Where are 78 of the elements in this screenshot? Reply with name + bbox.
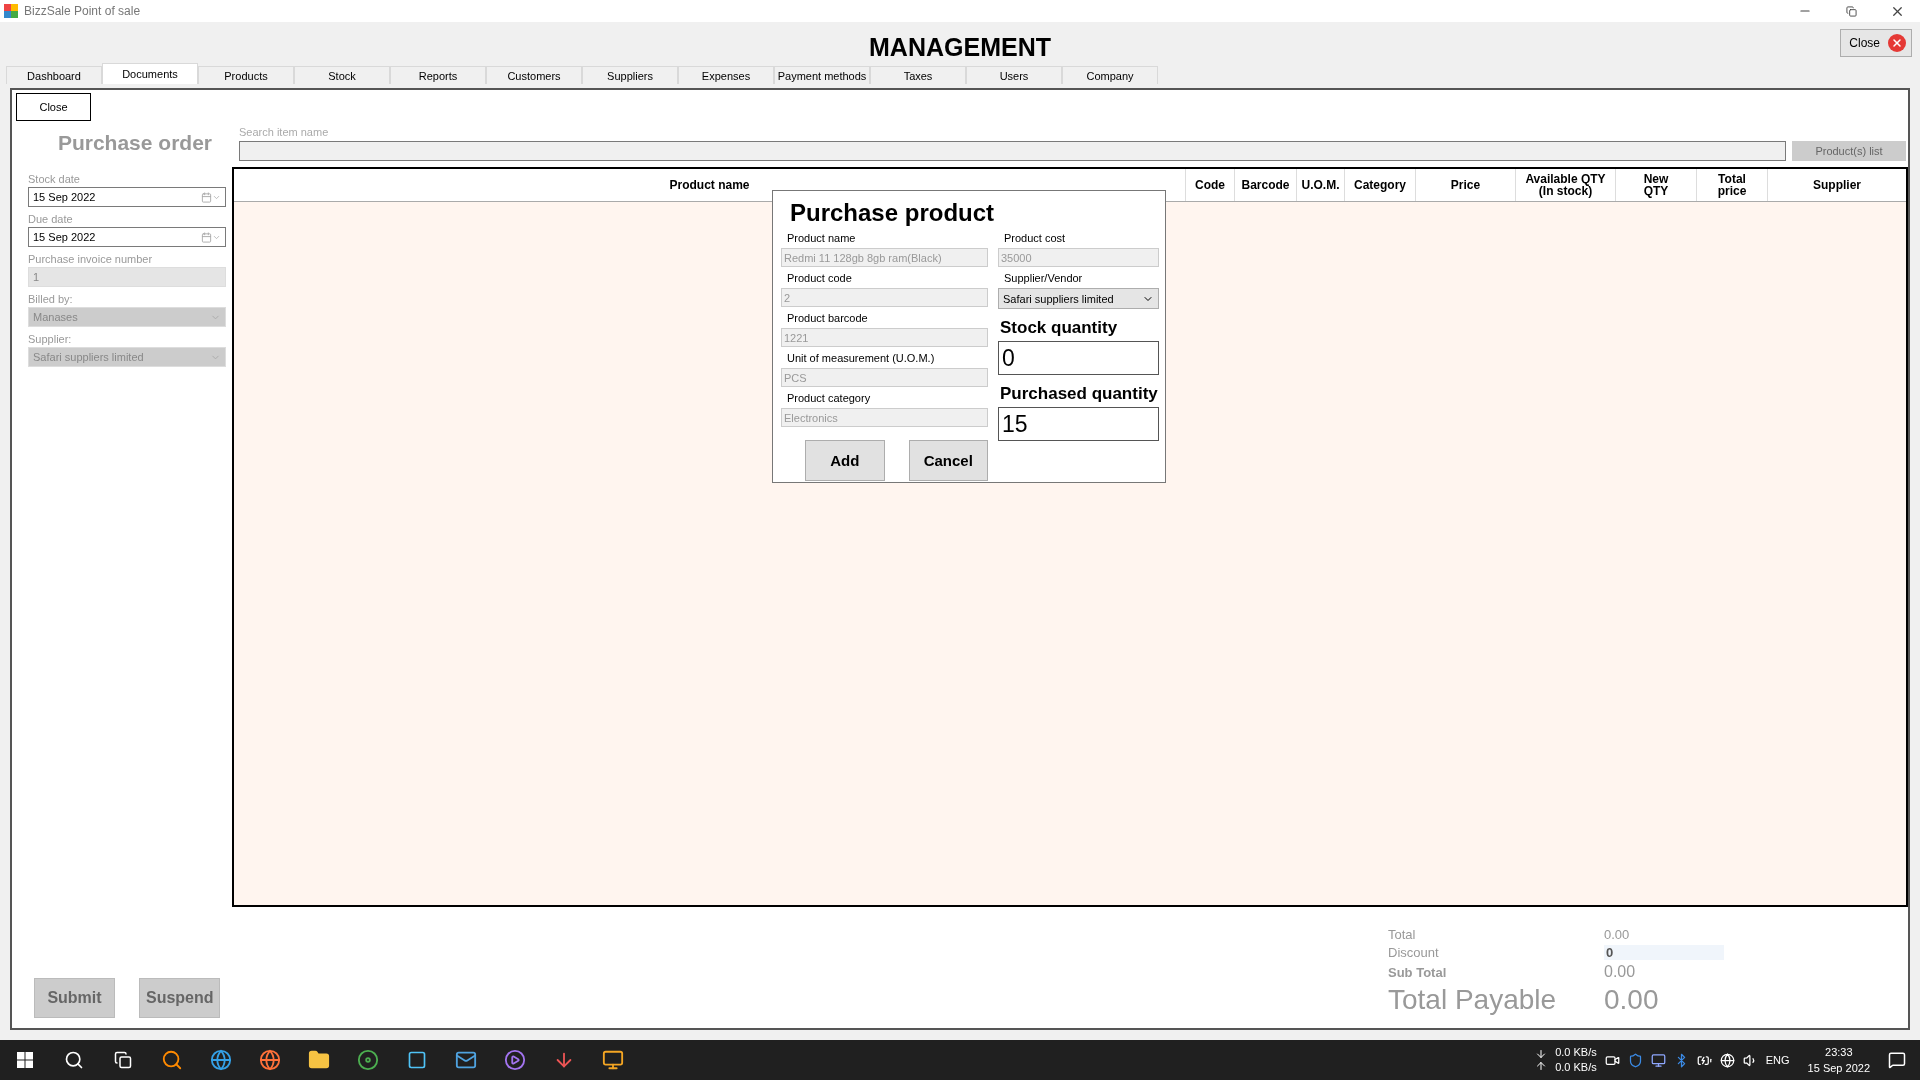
tab[interactable]: Company bbox=[1062, 66, 1158, 84]
column-header: Barcode bbox=[1234, 169, 1296, 201]
date-field[interactable]: 15 Sep 2022 bbox=[28, 187, 226, 207]
tab[interactable]: Users bbox=[966, 66, 1062, 84]
language-indicator[interactable]: ENG bbox=[1765, 1054, 1790, 1066]
column-header: New QTY bbox=[1615, 169, 1696, 201]
monitor-icon[interactable] bbox=[1650, 1052, 1666, 1068]
form-title: Purchase order bbox=[56, 131, 212, 155]
tab[interactable]: Suppliers bbox=[582, 66, 678, 84]
field-label: Purchased quantity bbox=[1000, 384, 1159, 404]
field-label: Unit of measurement (U.O.M.) bbox=[787, 352, 936, 364]
column-header: Total price bbox=[1696, 169, 1767, 201]
field-label: Product name bbox=[787, 232, 857, 244]
network-arrows-icon bbox=[1535, 1048, 1548, 1072]
page-title: MANAGEMENT bbox=[869, 31, 1051, 62]
column-header: Price bbox=[1415, 169, 1515, 201]
total-payable-label: Total Payable bbox=[1388, 984, 1558, 1017]
restore-icon[interactable] bbox=[1845, 5, 1857, 17]
tab[interactable]: Products bbox=[198, 66, 294, 84]
clock-time[interactable]: 23:33 bbox=[1825, 1044, 1853, 1060]
search-label: Search item name bbox=[239, 126, 330, 138]
discount-label: Discount bbox=[1388, 944, 1440, 960]
field-label: Supplier/Vendor bbox=[1004, 272, 1084, 284]
discount-field[interactable]: 0 bbox=[1604, 944, 1724, 960]
total-label: Total bbox=[1388, 926, 1417, 942]
upload-speed: 0.0 KB/s bbox=[1555, 1060, 1597, 1075]
add-button[interactable]: Add bbox=[805, 440, 885, 481]
field-label: Stock quantity bbox=[1000, 318, 1119, 338]
input-field[interactable]: 15 bbox=[998, 407, 1159, 441]
tab[interactable]: Payment methods bbox=[774, 66, 870, 84]
field-label: Supplier: bbox=[28, 333, 73, 345]
tab[interactable]: Customers bbox=[486, 66, 582, 84]
field-label: Product barcode bbox=[787, 312, 869, 324]
products-list-button[interactable]: Product(s) list bbox=[1792, 141, 1906, 161]
submit-button[interactable]: Submit bbox=[34, 978, 115, 1018]
total-value: 0.00 bbox=[1604, 926, 1631, 942]
close-button[interactable]: Close bbox=[16, 93, 91, 121]
date-field[interactable]: 15 Sep 2022 bbox=[28, 227, 226, 247]
tab[interactable]: Dashboard bbox=[6, 66, 102, 84]
field-label: Product cost bbox=[1004, 232, 1067, 244]
tab[interactable]: Expenses bbox=[678, 66, 774, 84]
total-payable-value: 0.00 bbox=[1604, 984, 1660, 1017]
field-label: Product category bbox=[787, 392, 872, 404]
column-header: Available QTY (In stock) bbox=[1515, 169, 1615, 201]
search-field[interactable] bbox=[239, 141, 1786, 161]
column-header: Code bbox=[1185, 169, 1234, 201]
field-label: Purchase invoice number bbox=[28, 253, 154, 265]
dropdown-field[interactable]: Safari suppliers limited bbox=[998, 288, 1159, 309]
tab[interactable]: Taxes bbox=[870, 66, 966, 84]
tab[interactable]: Reports bbox=[390, 66, 486, 84]
close-button[interactable]: Close bbox=[1840, 29, 1912, 57]
download-speed: 0.0 KB/s bbox=[1555, 1045, 1597, 1060]
field-label: Stock date bbox=[28, 173, 81, 185]
subtotal-value: 0.00 bbox=[1604, 963, 1637, 982]
field-label: Billed by: bbox=[28, 293, 74, 305]
column-header: Supplier bbox=[1767, 169, 1906, 201]
column-header: Category bbox=[1344, 169, 1415, 201]
field-label: Product code bbox=[787, 272, 853, 284]
tab[interactable]: Stock bbox=[294, 66, 390, 84]
subtotal-label: Sub Total bbox=[1388, 964, 1448, 980]
globe-icon[interactable] bbox=[1719, 1052, 1735, 1068]
column-header: U.O.M. bbox=[1296, 169, 1344, 201]
windows-start-icon[interactable] bbox=[16, 1052, 33, 1068]
dialog-title: Purchase product bbox=[790, 199, 996, 227]
shield-icon[interactable] bbox=[1627, 1052, 1643, 1068]
input-field[interactable]: 0 bbox=[998, 341, 1159, 375]
suspend-button[interactable]: Suspend bbox=[139, 978, 220, 1018]
calendar-icon bbox=[201, 231, 212, 243]
cancel-button[interactable]: Cancel bbox=[908, 440, 988, 481]
field-label: Due date bbox=[28, 213, 74, 225]
tab[interactable]: Documents bbox=[102, 63, 198, 84]
window-title: BizzSale Point of sale bbox=[24, 4, 141, 18]
close-icon bbox=[1888, 34, 1906, 52]
column-header: Product name bbox=[668, 177, 751, 194]
app-icon bbox=[4, 4, 18, 18]
notifications-icon[interactable] bbox=[1888, 1051, 1906, 1069]
calendar-icon bbox=[201, 191, 212, 203]
clock-date[interactable]: 15 Sep 2022 bbox=[1807, 1060, 1870, 1076]
